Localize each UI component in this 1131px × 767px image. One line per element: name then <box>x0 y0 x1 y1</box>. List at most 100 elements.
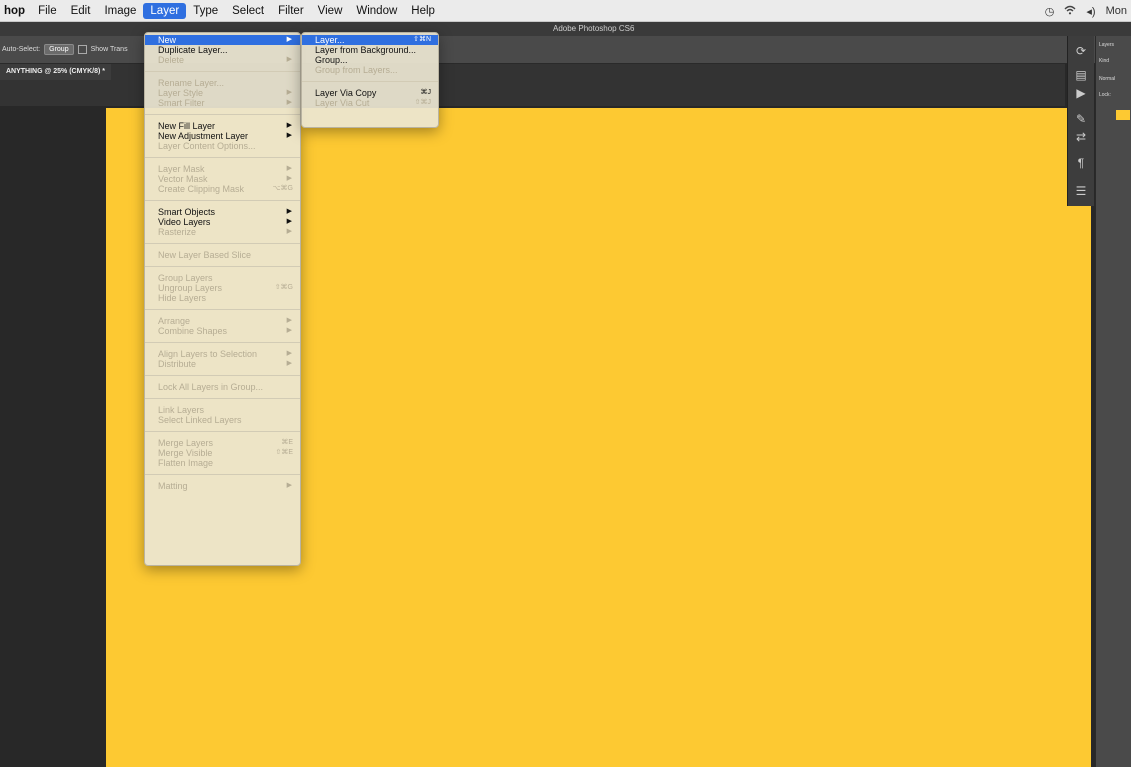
clock[interactable]: Mon <box>1106 5 1127 17</box>
menu-item: Layer Mask ▶ <box>145 164 300 174</box>
menu-item: Group from Layers... <box>302 65 438 75</box>
menu-item: Merge Layers ⌘E <box>145 438 300 448</box>
menu-item[interactable]: Layer from Background... <box>302 45 438 55</box>
menu-separator <box>145 157 300 158</box>
submenu-arrow-icon: ▶ <box>286 350 292 357</box>
submenu-arrow-icon: ▶ <box>286 228 292 235</box>
menu-item-label: Group... <box>315 55 348 65</box>
menu-item-label: Video Layers <box>158 217 211 227</box>
menu-window[interactable]: Window <box>349 3 404 19</box>
menu-item: Merge Visible ⇧⌘E <box>145 448 300 458</box>
document-tab[interactable]: ANYTHING @ 25% (CMYK/8) * <box>0 64 112 80</box>
layer-menu: New ▶ Duplicate Layer... Delete ▶ Rename Laye… <box>144 32 301 566</box>
menu-filter[interactable]: Filter <box>271 3 311 19</box>
menu-separator <box>145 342 300 343</box>
menu-item[interactable]: Layer... ⇧⌘N <box>302 35 438 45</box>
menu-item-label: Matting <box>158 481 188 491</box>
wifi-icon[interactable] <box>1064 5 1076 18</box>
character-icon[interactable]: ¶ <box>1073 156 1089 170</box>
menu-item-label: Delete <box>158 55 185 65</box>
menu-item: Hide Layers <box>145 293 300 303</box>
menu-item[interactable]: New ▶ <box>145 35 300 45</box>
auto-select-dropdown[interactable]: Group <box>44 44 74 55</box>
menu-item: Rename Layer... <box>145 78 300 88</box>
submenu-arrow-icon: ▶ <box>286 218 292 225</box>
brush-icon[interactable]: ✎ <box>1073 112 1089 126</box>
menu-item-shortcut: ⇧⌘J <box>414 99 431 106</box>
submenu-arrow-icon: ▶ <box>286 89 292 96</box>
menu-type[interactable]: Type <box>186 3 225 19</box>
menu-separator <box>145 309 300 310</box>
menu-item[interactable]: Group... <box>302 55 438 65</box>
menu-item[interactable]: Smart Objects ▶ <box>145 207 300 217</box>
menu-item-label: Flatten Image <box>158 458 214 468</box>
show-transform-checkbox[interactable] <box>77 45 87 54</box>
history-icon[interactable]: ⟳ <box>1073 44 1089 58</box>
menu-item-label: Ungroup Layers <box>158 283 223 293</box>
menu-item: Create Clipping Mask ⌥⌘G <box>145 184 300 194</box>
menu-item[interactable]: Layer Via Copy ⌘J <box>302 88 438 98</box>
menu-item-label: Lock All Layers in Group... <box>158 382 264 392</box>
menu-image[interactable]: Image <box>97 3 143 19</box>
properties-icon[interactable]: ▤ <box>1073 68 1089 82</box>
menu-item-label: Layer Style <box>158 88 204 98</box>
blend-mode-dropdown[interactable]: Normal <box>1099 76 1115 82</box>
menu-item: Matting ▶ <box>145 481 300 491</box>
menu-item-label: Hide Layers <box>158 293 207 303</box>
menu-item-label: Align Layers to Selection <box>158 349 258 359</box>
menu-item-label: Layer from Background... <box>315 45 417 55</box>
menu-separator <box>145 200 300 201</box>
menu-item-label: Smart Objects <box>158 207 216 217</box>
menu-item: Select Linked Layers <box>145 415 300 425</box>
menu-item: Vector Mask ▶ <box>145 174 300 184</box>
window-title: Adobe Photoshop CS6 <box>553 24 635 33</box>
menu-separator <box>145 114 300 115</box>
menu-item: Arrange ▶ <box>145 316 300 326</box>
menu-item-label: Duplicate Layer... <box>158 45 228 55</box>
menu-item-label: New Layer Based Slice <box>158 250 252 260</box>
menu-item: Flatten Image <box>145 458 300 468</box>
menu-item-label: Vector Mask <box>158 174 208 184</box>
auto-select-label: Auto-Select: <box>2 46 41 53</box>
show-transform-label: Show Trans <box>90 46 128 53</box>
app-menu[interactable]: hop <box>0 5 31 17</box>
menu-layer[interactable]: Layer <box>143 2 187 19</box>
menu-item-shortcut: ⇧⌘G <box>274 284 293 291</box>
menu-item[interactable]: New Fill Layer ▶ <box>145 121 300 131</box>
menu-item[interactable]: Video Layers ▶ <box>145 217 300 227</box>
menu-item-label: Layer Via Copy <box>315 88 377 98</box>
menu-item-shortcut: ⌘E <box>281 439 293 446</box>
time-machine-icon[interactable]: ◷ <box>1045 5 1055 18</box>
menu-edit[interactable]: Edit <box>64 3 98 19</box>
menu-item-label: Layer Content Options... <box>158 141 256 151</box>
menu-item[interactable]: Duplicate Layer... <box>145 45 300 55</box>
submenu-arrow-icon: ▶ <box>286 482 292 489</box>
menu-item-label: Combine Shapes <box>158 326 228 336</box>
menu-item-label: Select Linked Layers <box>158 415 242 425</box>
menu-item-label: Merge Layers <box>158 438 214 448</box>
menu-item-label: Link Layers <box>158 405 205 415</box>
actions-play-icon[interactable]: ▶ <box>1073 86 1089 100</box>
paragraph-icon[interactable]: ☰ <box>1073 184 1089 198</box>
menu-item: Group Layers <box>145 273 300 283</box>
submenu-arrow-icon: ▶ <box>286 317 292 324</box>
menu-item-label: New Adjustment Layer <box>158 131 249 141</box>
menu-item-label: Group from Layers... <box>315 65 398 75</box>
menu-select[interactable]: Select <box>225 3 271 19</box>
menu-item-label: New Fill Layer <box>158 121 216 131</box>
clone-source-icon[interactable]: ⇄ <box>1073 130 1089 144</box>
layers-tab[interactable]: Layers <box>1099 42 1114 48</box>
menu-help[interactable]: Help <box>404 3 442 19</box>
layer-thumbnail[interactable] <box>1116 110 1130 120</box>
volume-icon[interactable]: ◂) <box>1086 5 1095 18</box>
menu-item-shortcut: ⇧⌘E <box>275 449 293 456</box>
menu-item: Delete ▶ <box>145 55 300 65</box>
kind-filter[interactable]: Kind <box>1099 58 1109 64</box>
menu-item[interactable]: New Adjustment Layer ▶ <box>145 131 300 141</box>
menu-item-label: Layer... <box>315 35 345 45</box>
menu-file[interactable]: File <box>31 3 64 19</box>
menu-separator <box>145 398 300 399</box>
menu-view[interactable]: View <box>311 3 350 19</box>
menu-item: Align Layers to Selection ▶ <box>145 349 300 359</box>
menu-item-label: Arrange <box>158 316 191 326</box>
